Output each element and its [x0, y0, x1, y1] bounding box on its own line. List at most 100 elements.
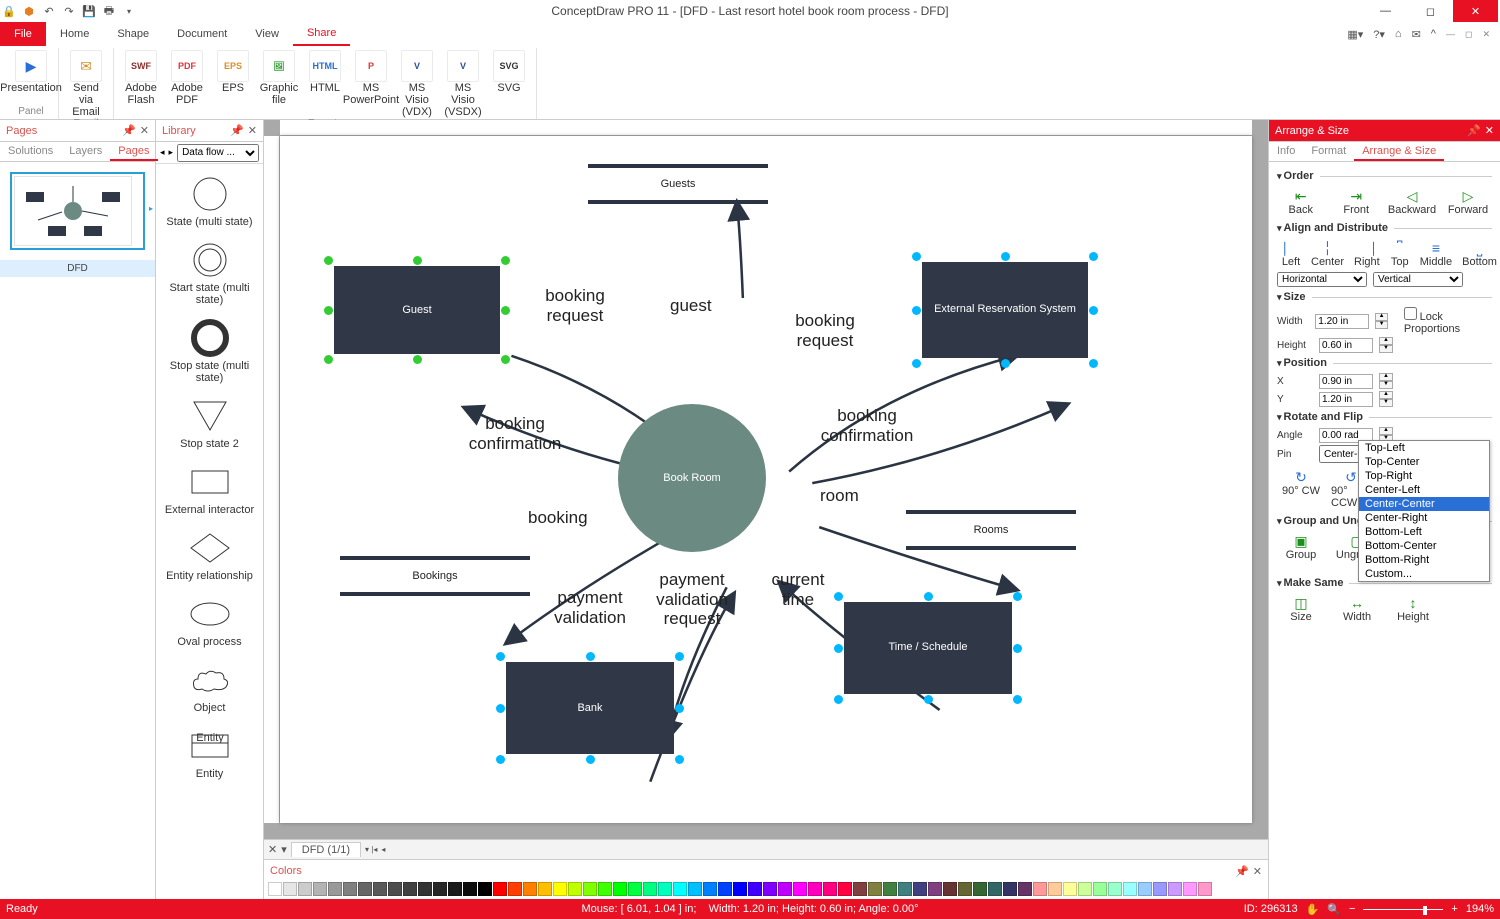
color-swatch[interactable]: [703, 882, 717, 896]
color-swatch[interactable]: [898, 882, 912, 896]
library-item[interactable]: Stop state (multi state): [156, 312, 263, 388]
page-thumbnail[interactable]: ▸: [10, 172, 145, 250]
library-item[interactable]: EntityEntity: [156, 720, 263, 784]
sheet-back-icon[interactable]: ◂: [381, 845, 385, 854]
library-item[interactable]: Entity relationship: [156, 522, 263, 586]
mail-icon[interactable]: ✉: [1412, 28, 1421, 41]
file-tab[interactable]: File: [0, 22, 46, 46]
library-category-select[interactable]: Data flow ...: [177, 144, 259, 162]
thumb-expand-icon[interactable]: ▸: [149, 204, 153, 213]
subtab-solutions[interactable]: Solutions: [0, 142, 61, 161]
pin-icon[interactable]: 📌: [1467, 124, 1481, 137]
same-width-button[interactable]: ↔Width: [1337, 595, 1377, 623]
x-spinner[interactable]: ▲▼: [1379, 373, 1393, 389]
color-swatch[interactable]: [928, 882, 942, 896]
lock-icon[interactable]: 🔒: [2, 4, 16, 18]
color-swatch[interactable]: [553, 882, 567, 896]
color-swatch[interactable]: [838, 882, 852, 896]
color-swatch[interactable]: [313, 882, 327, 896]
save-icon[interactable]: 💾: [82, 4, 96, 18]
redo-icon[interactable]: ↷: [62, 4, 76, 18]
color-swatch[interactable]: [1033, 882, 1047, 896]
color-swatch[interactable]: [733, 882, 747, 896]
color-swatch[interactable]: [1183, 882, 1197, 896]
presentation-button[interactable]: ▶Presentation: [10, 48, 52, 94]
subtab-layers[interactable]: Layers: [61, 142, 110, 161]
canvas-wrap[interactable]: Guests Bookings Rooms Book Room Guest Ex…: [264, 120, 1268, 839]
lib-next-icon[interactable]: ▸: [169, 147, 174, 158]
color-swatch[interactable]: [778, 882, 792, 896]
drawing-page[interactable]: Guests Bookings Rooms Book Room Guest Ex…: [280, 136, 1252, 823]
color-swatch[interactable]: [793, 882, 807, 896]
qat-more-icon[interactable]: ▾: [122, 4, 136, 18]
store-rooms[interactable]: Rooms: [906, 510, 1076, 550]
color-swatch[interactable]: [1063, 882, 1077, 896]
library-item[interactable]: Object: [156, 654, 263, 718]
entity-guest[interactable]: Guest: [334, 266, 500, 354]
print-icon[interactable]: 🖶: [102, 4, 116, 18]
panel-close-icon[interactable]: ✕: [140, 124, 149, 137]
mdi-max-icon[interactable]: ◻: [1465, 29, 1472, 40]
y-input[interactable]: [1319, 392, 1373, 407]
pin-option[interactable]: Top-Left: [1359, 441, 1489, 455]
color-swatch[interactable]: [1108, 882, 1122, 896]
pin-icon[interactable]: 📌: [1235, 865, 1249, 878]
maximize-button[interactable]: ◻: [1408, 0, 1453, 22]
export-ms-powerpoint-button[interactable]: PMS PowerPoint: [350, 48, 392, 118]
arrange-tab-format[interactable]: Format: [1303, 142, 1354, 161]
export-adobe-pdf-button[interactable]: PDFAdobe PDF: [166, 48, 208, 118]
library-item[interactable]: Start state (multi state): [156, 234, 263, 310]
color-swatch[interactable]: [1093, 882, 1107, 896]
color-swatch[interactable]: [1003, 882, 1017, 896]
color-swatch[interactable]: [538, 882, 552, 896]
distribute-vertical-select[interactable]: Vertical: [1373, 272, 1463, 287]
arrange-tab-info[interactable]: Info: [1269, 142, 1303, 161]
order-back-button[interactable]: ⇤Back: [1281, 188, 1321, 216]
color-swatch[interactable]: [658, 882, 672, 896]
color-swatch[interactable]: [463, 882, 477, 896]
color-swatch[interactable]: [643, 882, 657, 896]
align-right-button[interactable]: ⎹Right: [1354, 240, 1380, 268]
color-swatch[interactable]: [748, 882, 762, 896]
color-swatch[interactable]: [943, 882, 957, 896]
mdi-min-icon[interactable]: —: [1446, 29, 1455, 39]
distribute-horizontal-select[interactable]: Horizontal: [1277, 272, 1367, 287]
color-swatch[interactable]: [718, 882, 732, 896]
export-svg-button[interactable]: SVGSVG: [488, 48, 530, 118]
sheet-prev-icon[interactable]: ▾: [281, 843, 287, 856]
color-swatch[interactable]: [673, 882, 687, 896]
color-swatch[interactable]: [583, 882, 597, 896]
order-backward-button[interactable]: ◁Backward: [1392, 188, 1432, 216]
tab-view[interactable]: View: [241, 22, 293, 46]
align-top-button[interactable]: ⎴Top: [1390, 240, 1410, 268]
pin-option[interactable]: Top-Right: [1359, 469, 1489, 483]
zoom-fit-icon[interactable]: 🔍: [1327, 903, 1341, 916]
shield-icon[interactable]: ⬢: [22, 4, 36, 18]
entity-bank-selected[interactable]: Bank: [500, 656, 680, 760]
close-button[interactable]: ✕: [1453, 0, 1498, 22]
section-order[interactable]: Order: [1277, 170, 1492, 182]
align-middle-button[interactable]: ≡Middle: [1420, 240, 1452, 268]
tab-shape[interactable]: Shape: [103, 22, 163, 46]
pin-option[interactable]: Center-Right: [1359, 511, 1489, 525]
color-swatch[interactable]: [1153, 882, 1167, 896]
color-swatch[interactable]: [853, 882, 867, 896]
sheet-add-icon[interactable]: ✕: [268, 843, 277, 856]
arrange-tab-arrange[interactable]: Arrange & Size: [1354, 142, 1444, 161]
export-ms-visio-vsdx--button[interactable]: VMS Visio (VSDX): [442, 48, 484, 118]
send-email-button[interactable]: ✉Send via Email: [65, 48, 107, 118]
tab-home[interactable]: Home: [46, 22, 103, 46]
sheet-tab[interactable]: DFD (1/1): [291, 842, 361, 857]
section-rotate[interactable]: Rotate and Flip: [1277, 411, 1492, 423]
y-spinner[interactable]: ▲▼: [1379, 391, 1393, 407]
color-swatch[interactable]: [1123, 882, 1137, 896]
color-swatch[interactable]: [283, 882, 297, 896]
color-swatch[interactable]: [763, 882, 777, 896]
panel-close-icon[interactable]: ✕: [1485, 124, 1494, 137]
panel-close-icon[interactable]: ✕: [1253, 865, 1262, 878]
color-swatch[interactable]: [478, 882, 492, 896]
library-item[interactable]: External interactor: [156, 456, 263, 520]
color-swatch[interactable]: [433, 882, 447, 896]
pin-option[interactable]: Top-Center: [1359, 455, 1489, 469]
section-position[interactable]: Position: [1277, 357, 1492, 369]
